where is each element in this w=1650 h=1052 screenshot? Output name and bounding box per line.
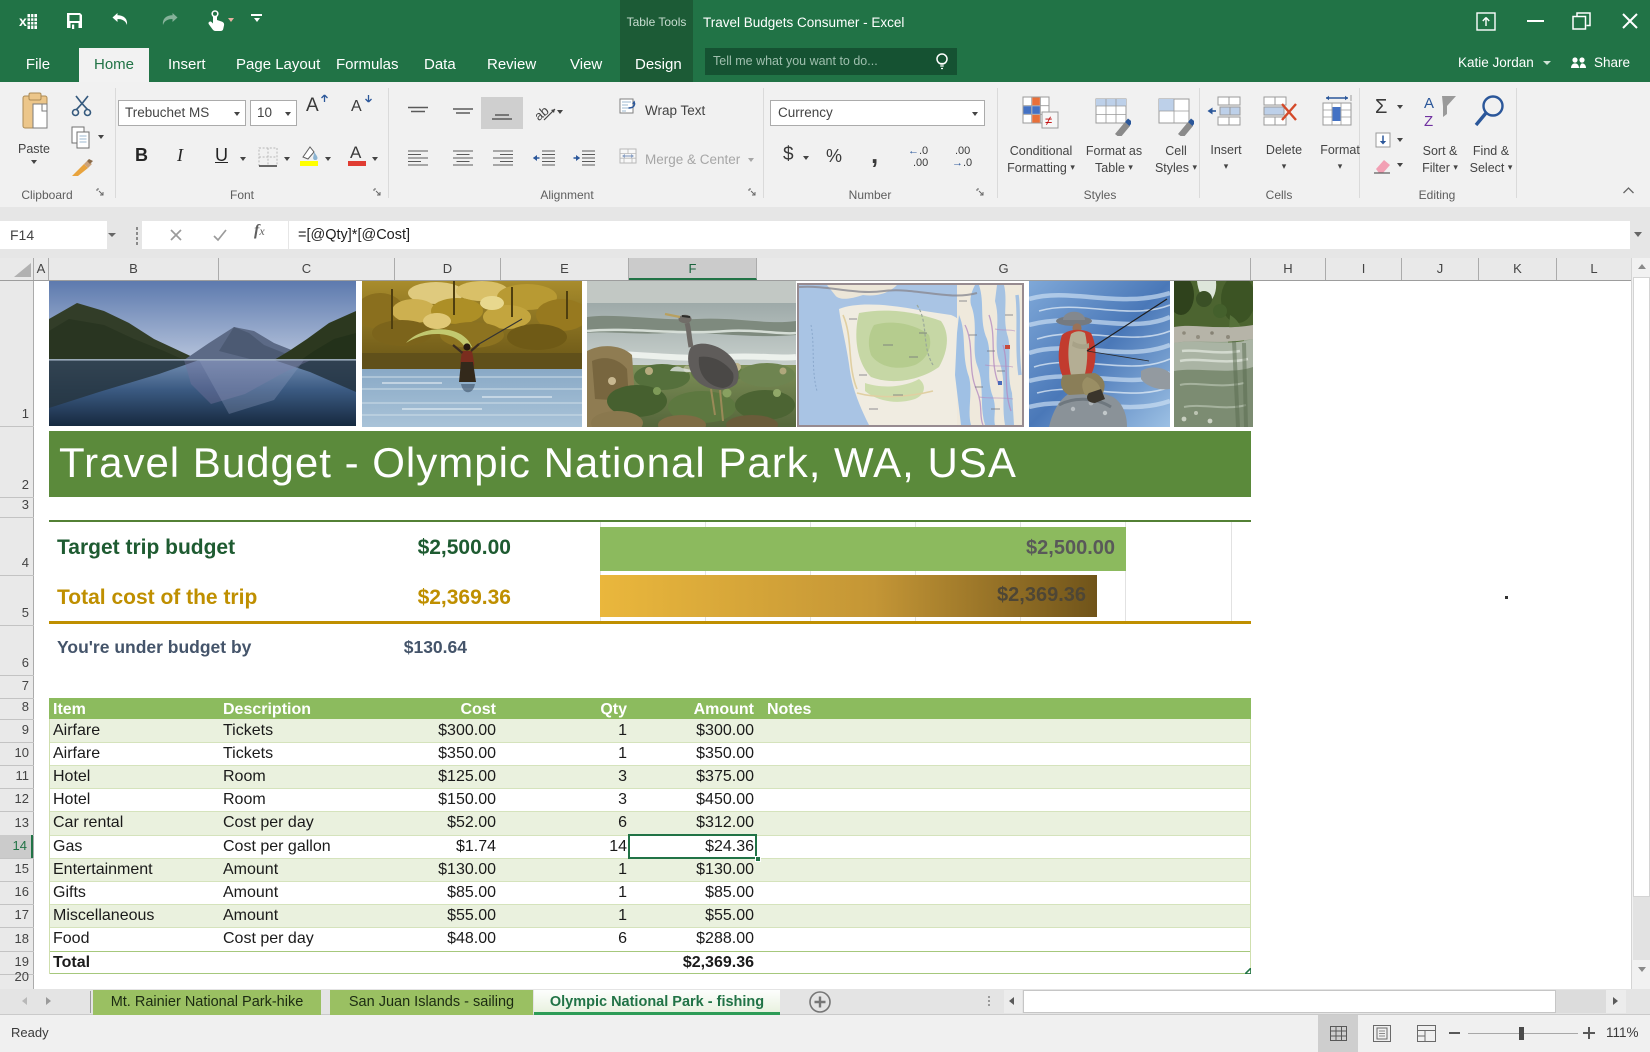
svg-text:x: x — [19, 13, 27, 29]
svg-text:≠: ≠ — [1045, 113, 1052, 128]
svg-text:Z: Z — [1424, 113, 1433, 130]
svg-text:ab: ab — [536, 103, 552, 124]
svg-text:A: A — [1424, 95, 1434, 112]
